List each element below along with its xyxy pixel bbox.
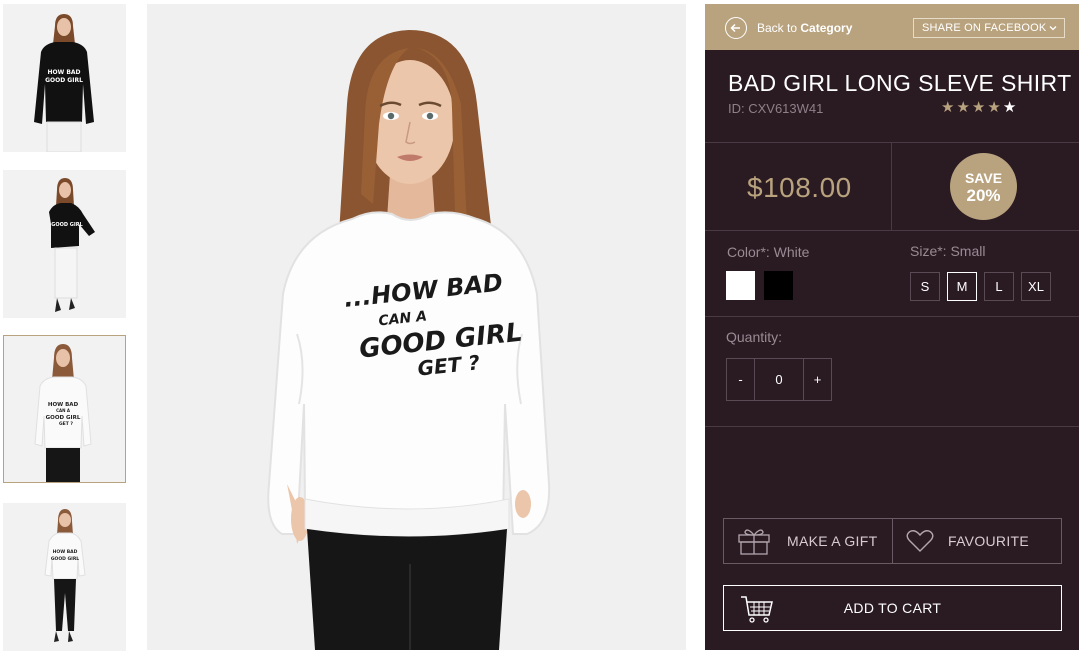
back-link-category: Category [800, 21, 853, 35]
product-panel: Back to Category SHARE ON FACEBOOK BAD G… [705, 4, 1079, 650]
product-title: BAD GIRL LONG SLEVE SHIRT [728, 70, 1072, 96]
color-swatch-black[interactable] [764, 271, 793, 300]
back-to-category-link[interactable]: Back to Category [725, 17, 852, 39]
size-option-m[interactable]: M [947, 272, 977, 301]
star-icon: ★ [956, 99, 970, 116]
quantity-stepper: - 0 + [726, 358, 832, 401]
color-swatch-white[interactable] [726, 271, 755, 300]
share-facebook-dropdown[interactable]: SHARE ON FACEBOOK [913, 18, 1065, 38]
star-icon: ★ [971, 99, 986, 116]
divider-vertical [891, 142, 892, 230]
svg-text:CAN A: CAN A [56, 408, 71, 413]
thumbnail-3[interactable]: HOW BAD CAN A GOOD GIRL GET ? [3, 335, 126, 483]
star-icon: ★ [941, 99, 955, 116]
add-to-cart-button[interactable]: ADD TO CART [723, 585, 1062, 631]
quantity-increase-button[interactable]: + [803, 359, 831, 400]
main-product-photo: ...HOW BAD CAN A GOOD GIRL GET ? [147, 4, 686, 650]
size-label: Size*: Small [910, 243, 986, 259]
quantity-value[interactable]: 0 [755, 359, 803, 400]
top-bar: Back to Category SHARE ON FACEBOOK [705, 4, 1079, 50]
make-a-gift-label: MAKE A GIFT [787, 533, 878, 549]
heart-icon [906, 530, 934, 552]
star-icon: ★ [1002, 99, 1017, 116]
svg-text:GOOD GIRL: GOOD GIRL [45, 77, 83, 84]
quantity-label: Quantity: [726, 329, 783, 345]
favourite-button[interactable]: FAVOURITE [892, 518, 1062, 564]
svg-text:GOOD GIRL: GOOD GIRL [51, 556, 79, 562]
star-icon: ★ [987, 99, 1001, 116]
save-badge-line2: 20% [966, 185, 1001, 205]
thumbnail-3-image: HOW BAD CAN A GOOD GIRL GET ? [4, 336, 125, 482]
favourite-label: FAVOURITE [948, 533, 1030, 549]
share-label: SHARE ON FACEBOOK [922, 22, 1047, 34]
add-to-cart-label: ADD TO CART [843, 600, 942, 616]
thumbnail-4[interactable]: HOW BAD GOOD GIRL [3, 503, 126, 651]
thumbnail-2-image: GOOD GIRL [3, 170, 126, 318]
thumbnail-4-image: HOW BAD GOOD GIRL [3, 503, 126, 651]
divider [705, 426, 1079, 427]
arrow-left-icon [725, 17, 747, 39]
size-option-l[interactable]: L [984, 272, 1014, 301]
svg-text:HOW BAD: HOW BAD [53, 549, 78, 555]
rating-stars: ★ ★ ★ ★ ★ [941, 100, 1016, 116]
back-link-prefix: Back to [757, 21, 801, 35]
price: $108.00 [747, 172, 852, 203]
size-option-xl[interactable]: XL [1021, 272, 1051, 301]
svg-text:GOOD GIRL: GOOD GIRL [46, 415, 81, 421]
save-badge: SAVE 20% [950, 153, 1017, 220]
make-a-gift-button[interactable]: MAKE A GIFT [723, 518, 893, 564]
quantity-decrease-button[interactable]: - [727, 359, 755, 400]
thumbnail-2[interactable]: GOOD GIRL [3, 170, 126, 318]
divider [705, 316, 1079, 317]
color-label: Color*: White [727, 244, 810, 260]
main-product-image: ...HOW BAD CAN A GOOD GIRL GET ? [147, 4, 686, 650]
divider [705, 142, 1079, 143]
thumbnail-1-image: HOW BAD GOOD GIRL [3, 4, 126, 152]
thumbnail-1[interactable]: HOW BAD GOOD GIRL [3, 4, 126, 152]
size-option-s[interactable]: S [910, 272, 940, 301]
back-link-text: Back to Category [757, 21, 852, 35]
divider [705, 230, 1079, 231]
svg-text:GOOD GIRL: GOOD GIRL [51, 222, 83, 228]
product-id: ID: CXV613W41 [728, 101, 824, 116]
svg-text:HOW BAD: HOW BAD [47, 69, 80, 76]
svg-text:GET ?: GET ? [59, 421, 73, 427]
chevron-down-icon [1049, 26, 1057, 31]
gift-icon [738, 529, 770, 555]
save-badge-line1: SAVE [964, 169, 1003, 186]
